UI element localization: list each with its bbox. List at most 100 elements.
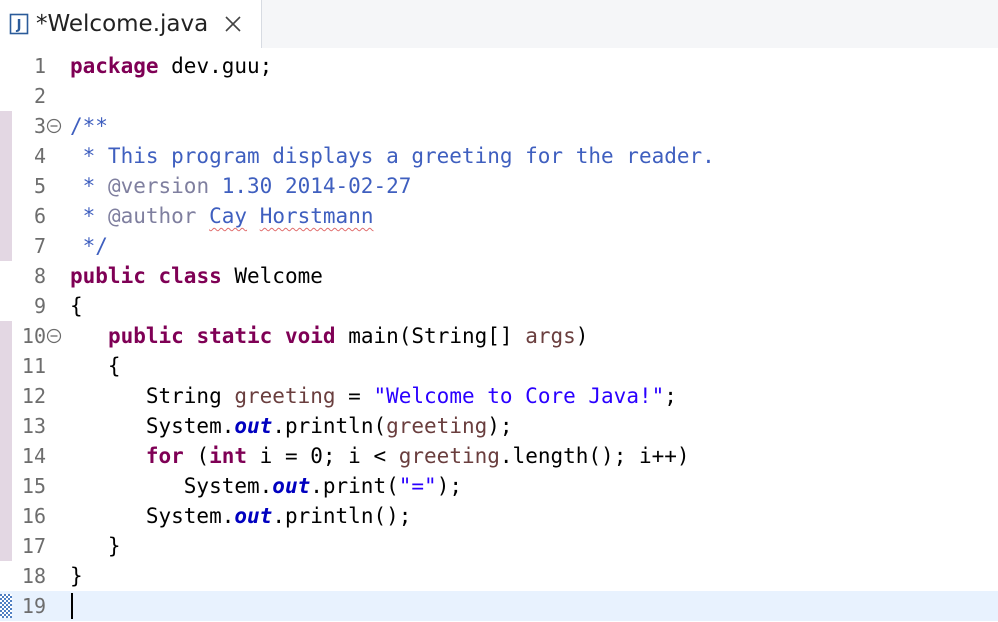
overview-ruler-segment — [0, 321, 12, 351]
overview-ruler-segment — [0, 291, 12, 321]
code-line[interactable]: 13 System.out.println(greeting); — [0, 411, 998, 441]
code-line[interactable]: 8 public class Welcome — [0, 261, 998, 291]
code-token: .println( — [272, 414, 387, 438]
line-number: 3 — [33, 114, 46, 138]
code-token: * This program displays a greeting for t… — [70, 144, 715, 168]
code-text: * This program displays a greeting for t… — [70, 141, 715, 171]
line-number: 11 — [21, 354, 46, 378]
line-number: 15 — [21, 474, 46, 498]
close-icon[interactable] — [222, 13, 244, 35]
code-line[interactable]: 12 String greeting = "Welcome to Core Ja… — [0, 381, 998, 411]
code-line[interactable]: 5 * @version 1.30 2014-02-27 — [0, 171, 998, 201]
overview-ruler-segment — [0, 501, 12, 531]
code-token: .println(); — [272, 504, 412, 528]
code-token: = — [335, 384, 374, 408]
code-token: System. — [70, 474, 273, 498]
code-token: package — [70, 54, 159, 78]
code-editor[interactable]: 1 package dev.guu; 2 3 /** 4 * This program d… — [0, 48, 998, 622]
code-token: public — [107, 324, 184, 348]
code-text: System.out.println(greeting); — [70, 411, 513, 441]
line-number: 2 — [33, 84, 46, 108]
code-token: out — [272, 474, 311, 498]
line-number: 1 — [33, 54, 46, 78]
tab-title: *Welcome.java — [36, 11, 209, 37]
text-caret — [71, 593, 73, 619]
overview-ruler-segment — [0, 111, 12, 141]
code-token: ); — [487, 414, 513, 438]
code-line[interactable]: 18} — [0, 561, 998, 591]
code-token: { — [70, 294, 83, 318]
overview-ruler-segment — [0, 441, 12, 471]
code-text: for (int i = 0; i < greeting.length(); i… — [70, 441, 690, 471]
code-text: */ — [70, 231, 108, 261]
code-token: @version — [107, 174, 210, 198]
code-line[interactable]: 7 */ — [0, 231, 998, 261]
code-text: public class Welcome — [70, 261, 323, 291]
bookmark-marker — [0, 594, 12, 618]
code-line[interactable]: 2 — [0, 81, 998, 111]
code-line[interactable]: 9{ — [0, 291, 998, 321]
code-token: Welcome — [221, 264, 323, 288]
line-number: 19 — [21, 594, 46, 618]
code-token: .print( — [310, 474, 399, 498]
code-token: */ — [70, 234, 108, 258]
overview-ruler-segment — [0, 51, 12, 81]
line-number: 6 — [33, 204, 46, 228]
overview-ruler-segment — [0, 471, 12, 501]
code-token: System. — [70, 414, 235, 438]
code-line[interactable]: 14 for (int i = 0; i < greeting.length()… — [0, 441, 998, 471]
code-token: String — [70, 384, 235, 408]
overview-ruler-segment — [0, 261, 12, 291]
svg-text:J: J — [16, 18, 22, 33]
overview-ruler-segment — [0, 81, 12, 111]
code-token: greeting — [234, 384, 336, 408]
code-text: * @version 1.30 2014-02-27 — [70, 171, 412, 201]
code-line[interactable]: 6 * @author Cay Horstmann — [0, 201, 998, 231]
code-line[interactable]: 11 { — [0, 351, 998, 381]
code-line[interactable]: 16 System.out.println(); — [0, 501, 998, 531]
line-number: 5 — [33, 174, 46, 198]
code-line[interactable]: 10 public static void main(String[] args… — [0, 321, 998, 351]
code-line[interactable]: 17 } — [0, 531, 998, 561]
code-token: greeting — [398, 444, 500, 468]
line-number: 14 — [21, 444, 46, 468]
code-line[interactable]: 3 /** — [0, 111, 998, 141]
code-token: void — [284, 324, 336, 348]
code-token: ; — [664, 384, 677, 408]
code-token: int — [209, 444, 248, 468]
code-token: ( — [183, 444, 210, 468]
overview-ruler-segment — [0, 411, 12, 441]
line-number: 16 — [21, 504, 46, 528]
code-token: greeting — [386, 414, 488, 438]
overview-ruler-segment — [0, 531, 12, 561]
code-text: package dev.guu; — [70, 51, 272, 81]
code-token: ) — [575, 324, 589, 348]
line-number: 8 — [33, 264, 46, 288]
code-text: { — [70, 291, 83, 321]
editor-tab-bar: J *Welcome.java — [0, 0, 998, 49]
code-token: "Welcome to Core Java!" — [373, 384, 665, 408]
code-text: System.out.println(); — [70, 501, 412, 531]
collapse-fold-icon[interactable] — [46, 118, 62, 134]
code-line[interactable]: 4 * This program displays a greeting for… — [0, 141, 998, 171]
collapse-fold-icon[interactable] — [46, 328, 62, 344]
overview-ruler-segment — [0, 231, 12, 261]
line-number: 4 — [33, 144, 46, 168]
code-line[interactable]: 15 System.out.print("="); — [0, 471, 998, 501]
code-text: public static void main(String[] args) — [70, 321, 589, 351]
code-token: static — [196, 324, 273, 348]
code-line[interactable]: 1 package dev.guu; — [0, 51, 998, 81]
code-line[interactable]: 19 — [0, 591, 998, 621]
overview-ruler-segment — [0, 171, 12, 201]
code-token: dev.guu; — [158, 54, 273, 78]
tab-welcome-java[interactable]: J *Welcome.java — [0, 0, 262, 48]
line-number: 17 — [21, 534, 46, 558]
code-token: Cay — [209, 204, 248, 228]
overview-ruler-segment — [0, 351, 12, 381]
overview-ruler-segment — [0, 381, 12, 411]
line-number: 10 — [21, 324, 46, 348]
